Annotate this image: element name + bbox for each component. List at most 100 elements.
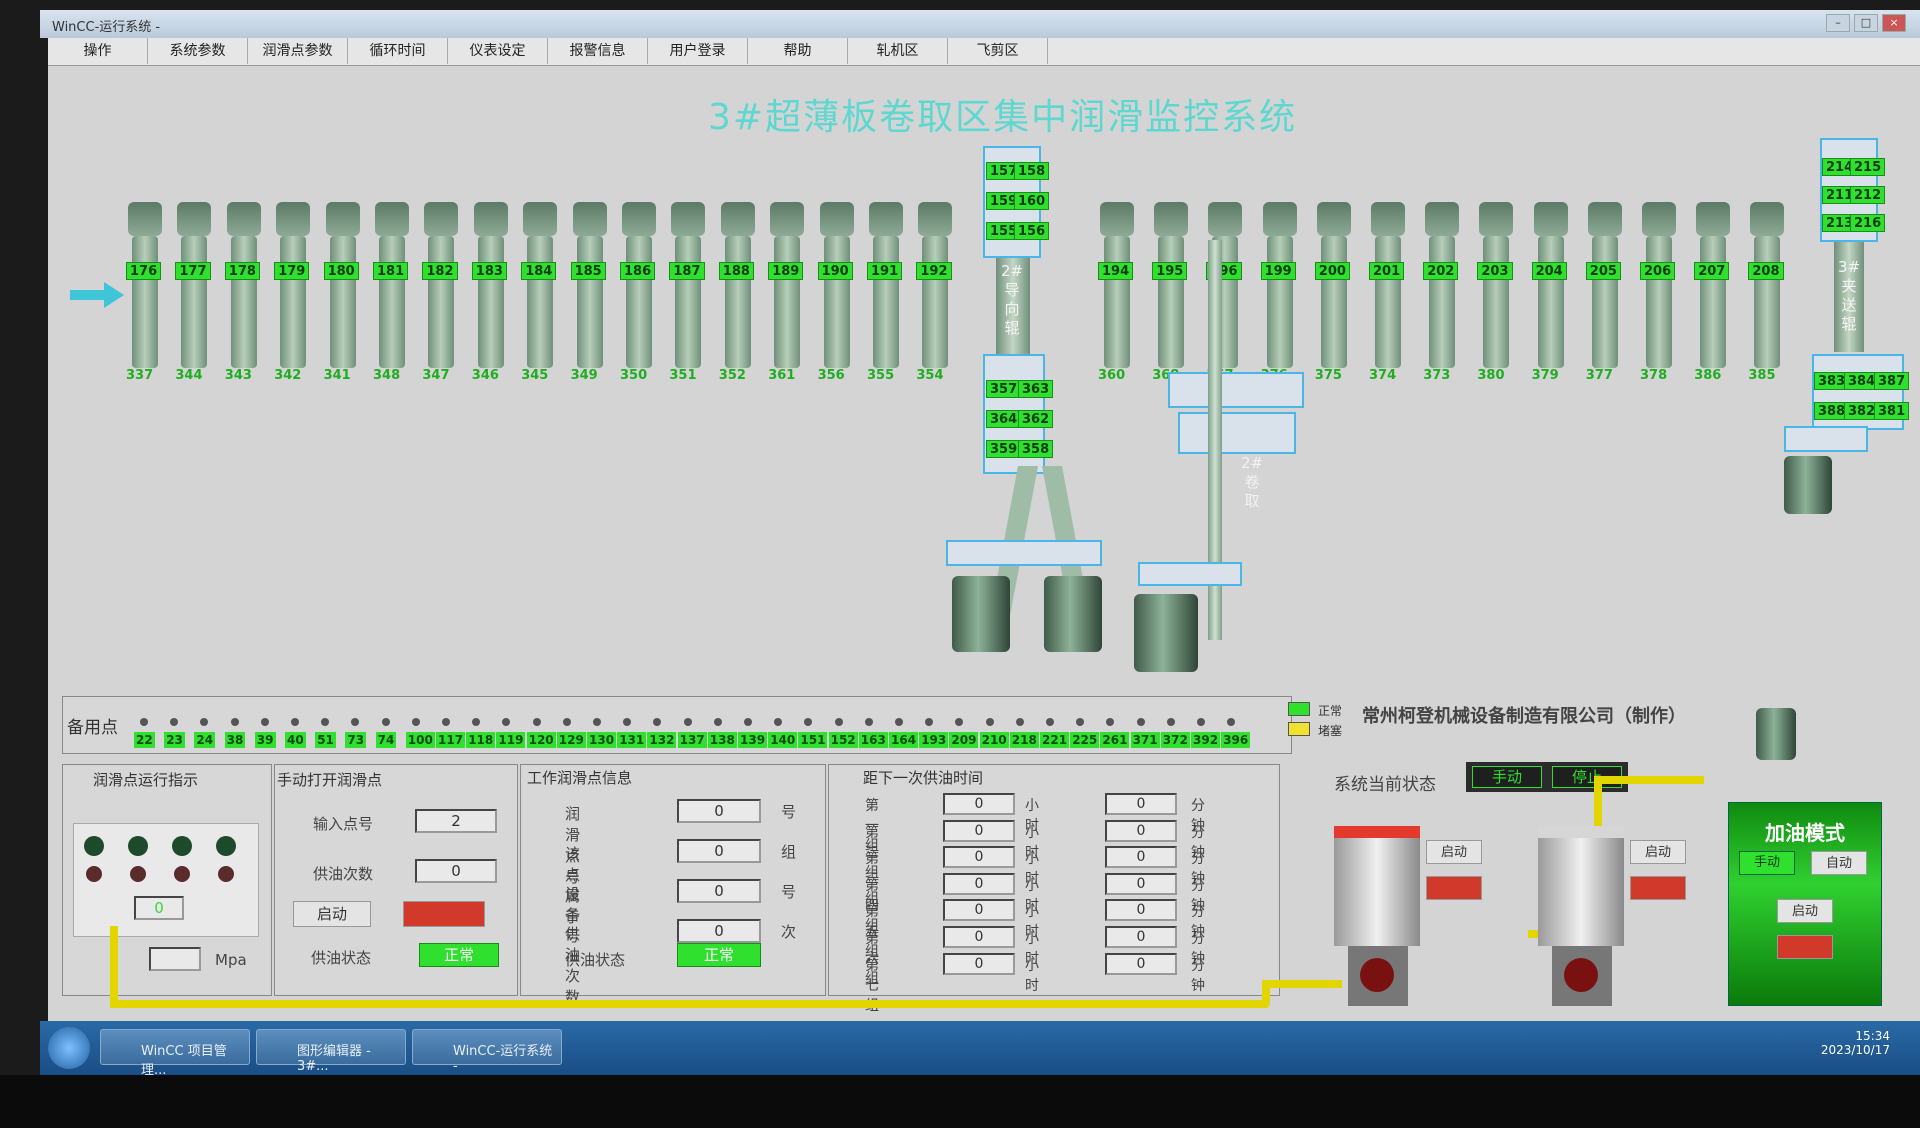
roller-body xyxy=(1104,236,1130,368)
menu-cycle-time[interactable]: 循环时间 xyxy=(348,38,448,64)
system-title: 3#超薄板卷取区集中润滑监控系统 xyxy=(708,97,1298,138)
roller-bottom-point: 360 xyxy=(1098,368,1126,383)
roller-cap xyxy=(1587,202,1622,236)
roller-body xyxy=(280,236,307,368)
group-minutes-field: 0 xyxy=(1105,793,1177,815)
roller-point-tag: 205 xyxy=(1585,262,1621,280)
roller-bottom-point: 351 xyxy=(669,368,697,383)
menu-rolling-mill-area[interactable]: 轧机区 xyxy=(848,38,948,64)
pump-2-start-button[interactable]: 启动 xyxy=(1630,840,1686,864)
spare-point-dot xyxy=(1015,718,1024,726)
indicator-value-field: 0 xyxy=(134,896,184,920)
roller-point-tag: 179 xyxy=(274,262,310,280)
menu-flying-shear-area[interactable]: 飞剪区 xyxy=(948,38,1048,64)
spare-point-tag: 73 xyxy=(345,732,367,748)
fill-manual-button[interactable]: 手动 xyxy=(1739,851,1795,875)
menu-user-login[interactable]: 用户登录 xyxy=(648,38,748,64)
pump-2-stop-button[interactable]: 停止 xyxy=(1630,876,1686,900)
spare-point-tag: 137 xyxy=(677,732,707,748)
roller-cap xyxy=(869,202,903,236)
pump-1-stop-button[interactable]: 停止 xyxy=(1426,876,1482,900)
roller-bottom-point: 375 xyxy=(1314,368,1342,383)
roller-cap xyxy=(473,202,508,236)
fill-auto-button[interactable]: 自动 xyxy=(1811,851,1867,875)
roller-body xyxy=(1429,236,1456,368)
roller-cap xyxy=(325,202,360,236)
group-minutes-field: 0 xyxy=(1105,846,1177,869)
taskbar-item-runtime[interactable]: WinCC-运行系统 - xyxy=(412,1029,562,1074)
roller-bottom-point: 345 xyxy=(521,368,549,383)
pinch-roll-motor xyxy=(1784,456,1832,514)
roller-body xyxy=(774,236,801,368)
system-clock[interactable]: 15:34 2023/10/17 xyxy=(1821,1029,1890,1057)
spare-point-tag: 129 xyxy=(556,732,586,748)
run-indicator-title: 润滑点运行指示 xyxy=(93,771,199,789)
group-minutes-field: 0 xyxy=(1105,926,1177,948)
manual-stop-button[interactable]: 停止 xyxy=(403,901,485,927)
roller-point-tag: 194 xyxy=(1098,262,1134,280)
roller-cap xyxy=(1696,202,1731,236)
menu-lube-point-params[interactable]: 润滑点参数 xyxy=(248,38,348,64)
manual-start-button[interactable]: 启动 xyxy=(293,901,371,927)
coiler-label: 2#卷取 xyxy=(1240,454,1264,510)
next-time-panel: 距下一次供油时间 第一组 0 小时 0 分钟 第二组 0 小时 0 分钟 第三组 0 小时 0 分钟 第四组 0… xyxy=(828,764,1280,1014)
work-info-field: 0 xyxy=(677,879,761,903)
next-time-title: 距下一次供油时间 xyxy=(863,769,984,787)
spare-point-tag: 193 xyxy=(919,732,949,748)
pump-2-base xyxy=(1552,946,1612,1006)
spare-point-tag: 140 xyxy=(768,732,798,748)
menu-system-params[interactable]: 系统参数 xyxy=(148,38,248,64)
roller-cap xyxy=(523,202,558,236)
roller-point-tag: 204 xyxy=(1531,262,1567,280)
guide-roll-point-tag: 359 xyxy=(986,440,1022,458)
input-point-field[interactable]: 2 xyxy=(415,809,497,833)
legend-blocked-label: 堵塞 xyxy=(1318,724,1343,738)
fill-start-button[interactable]: 启动 xyxy=(1777,899,1833,923)
menu-alarm-info[interactable]: 报警信息 xyxy=(548,38,648,64)
pipe-to-pump-1 xyxy=(1262,980,1342,988)
spare-point-tag: 163 xyxy=(858,732,888,748)
guide-roll-point-tag: 160 xyxy=(1014,192,1050,210)
roller-point-tag: 182 xyxy=(422,262,458,280)
close-button[interactable]: × xyxy=(1882,14,1906,32)
pump-1-tank xyxy=(1334,826,1420,946)
spare-point-dot xyxy=(1046,718,1054,726)
maximize-button[interactable]: □ xyxy=(1854,14,1878,32)
guide-roll-point-tag: 364 xyxy=(986,410,1022,428)
menu-instrument-setting[interactable]: 仪表设定 xyxy=(448,38,548,64)
menu-help[interactable]: 帮助 xyxy=(748,38,848,64)
group-hours-field: 0 xyxy=(943,846,1015,869)
roller-cap xyxy=(720,202,755,236)
roller-cap xyxy=(1479,202,1514,236)
taskbar-item-graphics-editor[interactable]: 图形编辑器 - 3#... xyxy=(256,1029,406,1074)
fill-stop-button[interactable]: 停止 xyxy=(1777,935,1833,959)
spare-points-label: 备用点 xyxy=(67,718,118,738)
guide-roll-motor-2 xyxy=(1044,576,1102,652)
spare-point-dot xyxy=(140,718,148,726)
spare-point-dot xyxy=(230,718,239,726)
roller-body xyxy=(527,236,554,368)
menu-operation[interactable]: 操作 xyxy=(48,38,148,64)
minimize-button[interactable]: – xyxy=(1826,14,1850,32)
pump-1-start-button[interactable]: 启动 xyxy=(1426,840,1482,864)
group-hours-field: 0 xyxy=(943,899,1015,922)
guide-roll-gearbox xyxy=(946,540,1102,566)
roller-bottom-point: 348 xyxy=(373,368,401,383)
start-button[interactable] xyxy=(48,1027,90,1069)
group-minutes-field: 0 xyxy=(1105,952,1177,975)
spare-point-dot xyxy=(291,718,299,726)
input-point-label: 输入点号 xyxy=(313,815,374,833)
group-minutes-field: 0 xyxy=(1105,819,1177,842)
group-hours-field: 0 xyxy=(943,926,1015,948)
supply-count-field[interactable]: 0 xyxy=(415,859,497,883)
work-info-unit: 号 xyxy=(781,883,797,901)
group-minutes-field: 0 xyxy=(1105,899,1177,922)
spare-point-tag: 130 xyxy=(587,732,617,748)
roller-body xyxy=(428,236,455,368)
spare-point-dot xyxy=(532,718,541,726)
roller-body xyxy=(1591,236,1618,368)
spare-point-tag: 151 xyxy=(798,732,828,748)
spare-point-dot xyxy=(593,718,601,726)
taskbar-item-project-manager[interactable]: WinCC 项目管理... xyxy=(100,1029,250,1078)
roller-cap xyxy=(1371,202,1405,236)
